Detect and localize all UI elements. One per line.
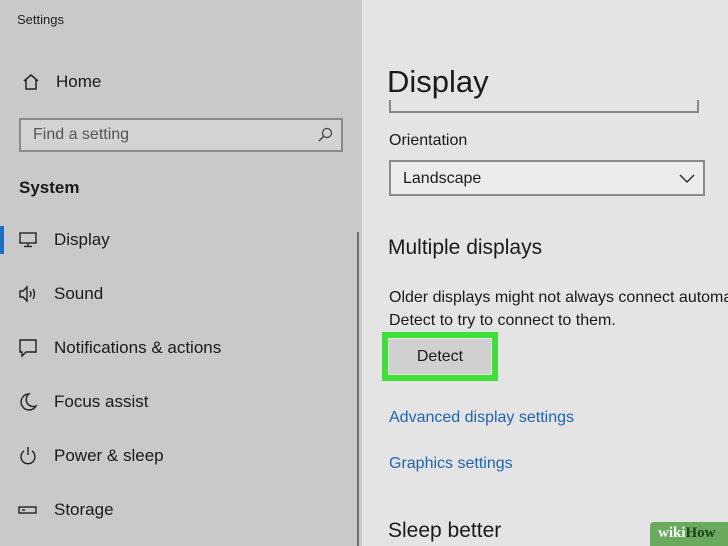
speaker-icon	[19, 285, 36, 303]
section-title: System	[19, 178, 80, 197]
sleep-better-heading: Sleep better	[388, 519, 502, 542]
notification-icon	[19, 339, 37, 358]
app-title: Settings	[17, 12, 64, 27]
active-indicator	[0, 226, 4, 254]
search-placeholder: Find a setting	[33, 126, 130, 143]
sidebar-item-label: Sound	[54, 284, 104, 303]
sidebar-item-sound[interactable]: Sound	[0, 276, 358, 312]
search-input[interactable]: Find a setting	[19, 118, 343, 152]
orientation-label: Orientation	[389, 132, 468, 149]
home-label: Home	[56, 72, 102, 91]
multiple-displays-heading: Multiple displays	[388, 236, 543, 259]
display-preview-frame	[389, 100, 699, 113]
sidebar-item-label: Display	[54, 230, 110, 249]
watermark-prefix: wiki	[658, 525, 686, 541]
sidebar-item-label: Notifications & actions	[54, 338, 222, 357]
monitor-icon	[19, 232, 37, 248]
watermark-suffix: How	[685, 525, 716, 541]
home-nav-item[interactable]: Home	[20, 70, 101, 94]
sidebar-item-label: Power & sleep	[54, 446, 164, 465]
page-title: Display	[387, 64, 489, 99]
sidebar-item-display[interactable]: Display	[0, 222, 358, 258]
advanced-display-settings-link[interactable]: Advanced display settings	[389, 409, 574, 427]
sidebar-item-storage[interactable]: Storage	[0, 492, 358, 528]
sidebar-item-label: Storage	[54, 500, 114, 519]
sidebar-item-label: Focus assist	[54, 392, 149, 411]
home-icon	[23, 74, 39, 90]
sidebar-item-power-sleep[interactable]: Power & sleep	[0, 438, 358, 474]
sidebar: Settings Home Find a setting System Disp…	[0, 0, 362, 546]
moon-icon	[20, 393, 38, 411]
graphics-settings-link[interactable]: Graphics settings	[389, 455, 513, 473]
sidebar-item-focus-assist[interactable]: Focus assist	[0, 384, 358, 420]
wikihow-watermark: wikiHow	[650, 522, 728, 546]
sidebar-item-notifications[interactable]: Notifications & actions	[0, 330, 358, 366]
main-panel: Display Orientation Landscape Multiple d…	[362, 0, 728, 546]
detect-button[interactable]: Detect	[389, 339, 491, 374]
power-icon	[20, 447, 36, 465]
storage-icon	[18, 506, 37, 514]
orientation-value: Landscape	[403, 170, 482, 187]
search-icon[interactable]	[317, 127, 333, 143]
sidebar-scrollbar[interactable]	[357, 232, 359, 546]
chevron-down-icon	[679, 174, 695, 184]
orientation-dropdown[interactable]: Landscape	[389, 160, 705, 196]
multiple-displays-description: Older displays might not always connect …	[389, 289, 728, 329]
